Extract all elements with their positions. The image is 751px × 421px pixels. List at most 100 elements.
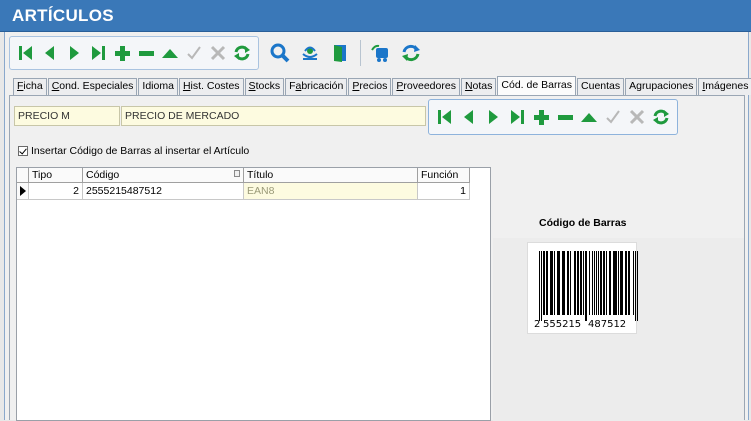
minus-button[interactable]	[134, 39, 158, 67]
tab-label-part: Idioma	[142, 80, 174, 92]
extra-toolbar-group	[265, 36, 426, 70]
prev-button[interactable]	[38, 39, 62, 67]
last-icon	[88, 43, 108, 63]
tab-3[interactable]: Hist. Costes	[178, 78, 244, 95]
barcode-bar	[580, 251, 582, 315]
barcode-bar	[606, 251, 607, 315]
column-header-codigo-label: Código	[86, 169, 120, 181]
tab-10[interactable]: Cuentas	[577, 78, 625, 95]
cell-funcion[interactable]: 1	[418, 183, 470, 200]
first-button[interactable]	[433, 103, 457, 131]
tab-label-part: Cuentas	[581, 80, 621, 92]
barcode-bar	[598, 251, 599, 315]
tab-label-part: recios	[359, 80, 388, 92]
column-header-codigo[interactable]: Código	[83, 168, 244, 183]
barcode-bar	[633, 251, 634, 315]
tab-label-part: S	[248, 80, 256, 92]
next-button[interactable]	[62, 39, 86, 67]
reload-button[interactable]	[396, 39, 426, 67]
next-button[interactable]	[481, 103, 505, 131]
tab-5[interactable]: Fabricación	[285, 78, 348, 95]
plus-icon	[112, 43, 132, 63]
cell-titulo[interactable]: EAN8	[244, 183, 418, 200]
tab-label-part: icha	[23, 80, 43, 92]
search-button[interactable]	[265, 39, 295, 67]
insert-barcode-label: Insertar Código de Barras al insertar el…	[31, 145, 250, 157]
cancel-button	[625, 103, 649, 131]
insert-barcode-option[interactable]: Insertar Código de Barras al insertar el…	[18, 145, 249, 157]
first-icon	[435, 107, 455, 127]
last-button[interactable]	[505, 103, 529, 131]
up-button[interactable]	[577, 103, 601, 131]
prev-icon	[459, 107, 479, 127]
barcode-grid[interactable]: Tipo Código Título Función 2 25552154875…	[16, 167, 491, 421]
column-header-titulo[interactable]: Título	[244, 168, 418, 183]
tab-label-part: Cód. de Barras	[501, 79, 573, 91]
cell-tipo[interactable]: 2	[29, 183, 83, 200]
refresh-button[interactable]	[649, 103, 673, 131]
tab-8[interactable]: Notas	[460, 78, 497, 95]
tab-11[interactable]: Agrupaciones	[625, 78, 698, 95]
barcode-bar	[618, 251, 619, 315]
tab-2[interactable]: Idioma	[138, 78, 178, 95]
tab-strip: Ficha Cond. Especiales Idioma Hist. Costes S…	[13, 76, 751, 95]
barcode-bar	[596, 251, 597, 315]
table-row[interactable]: 2 2555215487512 EAN8 1	[17, 183, 490, 200]
barcode-bar	[603, 251, 605, 315]
cancel-icon	[627, 107, 647, 127]
grid-header: Tipo Código Título Función	[17, 168, 490, 183]
up-icon	[579, 107, 599, 127]
tab-12[interactable]: Imágenes	[698, 78, 751, 95]
barcode-bar	[635, 251, 636, 321]
barcode-bar	[539, 251, 540, 321]
cell-codigo[interactable]: 2555215487512	[83, 183, 244, 200]
exit-door-button[interactable]	[325, 39, 355, 67]
barcode-toolbar	[428, 99, 678, 135]
check-button	[601, 103, 625, 131]
tab-label-part: H	[182, 80, 191, 92]
plus-button[interactable]	[110, 39, 134, 67]
reload-icon	[400, 42, 422, 64]
transport-button[interactable]	[366, 39, 396, 67]
barcode-bar	[557, 251, 560, 315]
barcode-bar	[577, 251, 579, 315]
tab-1[interactable]: Cond. Especiales	[47, 78, 138, 95]
up-button[interactable]	[158, 39, 182, 67]
navigation-toolbar-group	[9, 36, 259, 70]
tab-label-part: roveedores	[403, 80, 456, 92]
article-description-field[interactable]: PRECIO DE MERCADO	[121, 106, 426, 126]
cancel-icon	[208, 43, 228, 63]
barcode-bar	[589, 251, 590, 315]
first-button[interactable]	[14, 39, 38, 67]
barcode-bar	[613, 251, 617, 315]
filter-icon[interactable]	[234, 170, 240, 177]
column-header-funcion[interactable]: Función	[418, 168, 470, 183]
refresh-button[interactable]	[230, 39, 254, 67]
barcode-graphic: 2 555215 487512	[534, 251, 638, 330]
minus-button[interactable]	[553, 103, 577, 131]
tab-6[interactable]: Precios	[348, 78, 392, 95]
barcode-bar	[550, 251, 553, 315]
insert-barcode-checkbox[interactable]	[18, 146, 28, 156]
next-icon	[64, 43, 84, 63]
tab-9[interactable]: Cód. de Barras	[497, 76, 577, 95]
check-icon	[603, 107, 623, 127]
sync-icon	[299, 42, 321, 64]
barcode-bar	[620, 251, 623, 315]
last-button[interactable]	[86, 39, 110, 67]
plus-button[interactable]	[529, 103, 553, 131]
tab-label-part: bricación	[301, 80, 344, 92]
barcode-bar	[562, 251, 565, 315]
barcode-bar	[541, 251, 542, 321]
tab-0[interactable]: Ficha	[13, 78, 47, 95]
article-code-field[interactable]: PRECIO M	[14, 106, 120, 126]
barcode-bar	[574, 251, 576, 315]
tab-4[interactable]: Stocks	[244, 78, 285, 95]
tab-label-part: tocks	[255, 80, 281, 92]
sync-button[interactable]	[295, 39, 325, 67]
tab-7[interactable]: Proveedores	[392, 78, 460, 95]
barcode-first-digit: 2	[534, 319, 540, 330]
prev-button[interactable]	[457, 103, 481, 131]
first-icon	[16, 43, 36, 63]
column-header-tipo[interactable]: Tipo	[29, 168, 83, 183]
